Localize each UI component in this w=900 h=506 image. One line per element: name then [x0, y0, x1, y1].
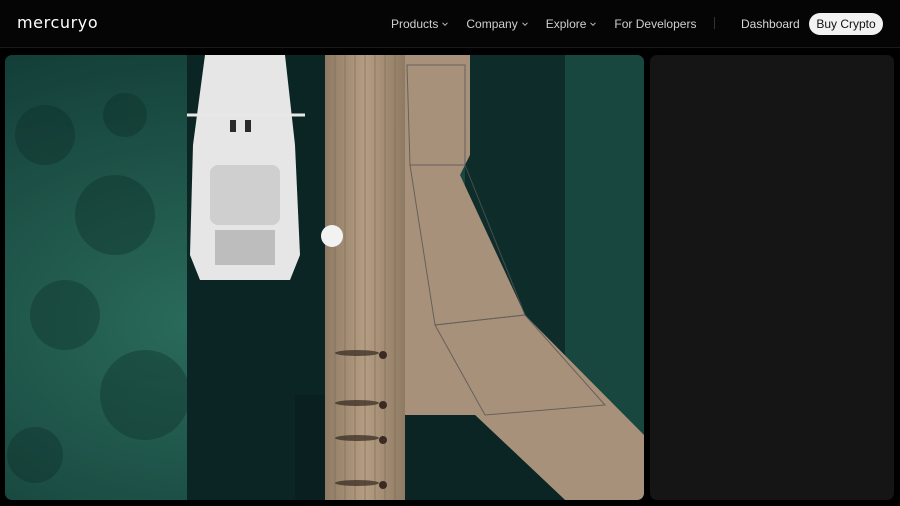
- mercuryo-logo[interactable]: mercuryo: [17, 13, 98, 32]
- buy-crypto-button[interactable]: Buy Crypto: [809, 13, 883, 35]
- nav-explore[interactable]: Explore: [546, 17, 597, 31]
- hero-illustration: [5, 55, 644, 500]
- dashboard-link[interactable]: Dashboard: [741, 17, 800, 31]
- main-nav: Products Company Explore For Developers: [391, 17, 696, 31]
- circle-handle-icon[interactable]: [321, 225, 343, 247]
- side-panel: [650, 55, 894, 500]
- nav-products[interactable]: Products: [391, 17, 449, 31]
- nav-products-label: Products: [391, 17, 439, 31]
- sailboat: [187, 55, 305, 280]
- nav-company-label: Company: [466, 17, 518, 31]
- top-header: mercuryo Products Company Explore For De…: [0, 0, 900, 48]
- nav-for-developers-label: For Developers: [614, 17, 697, 31]
- nav-divider: [714, 17, 715, 29]
- nav-company[interactable]: Company: [466, 17, 528, 31]
- chevron-down-icon: [442, 22, 449, 27]
- nav-for-developers[interactable]: For Developers: [614, 17, 696, 31]
- chevron-down-icon: [521, 22, 528, 27]
- chevron-down-icon: [590, 22, 597, 27]
- hero-image: [5, 55, 644, 500]
- nav-explore-label: Explore: [545, 17, 587, 31]
